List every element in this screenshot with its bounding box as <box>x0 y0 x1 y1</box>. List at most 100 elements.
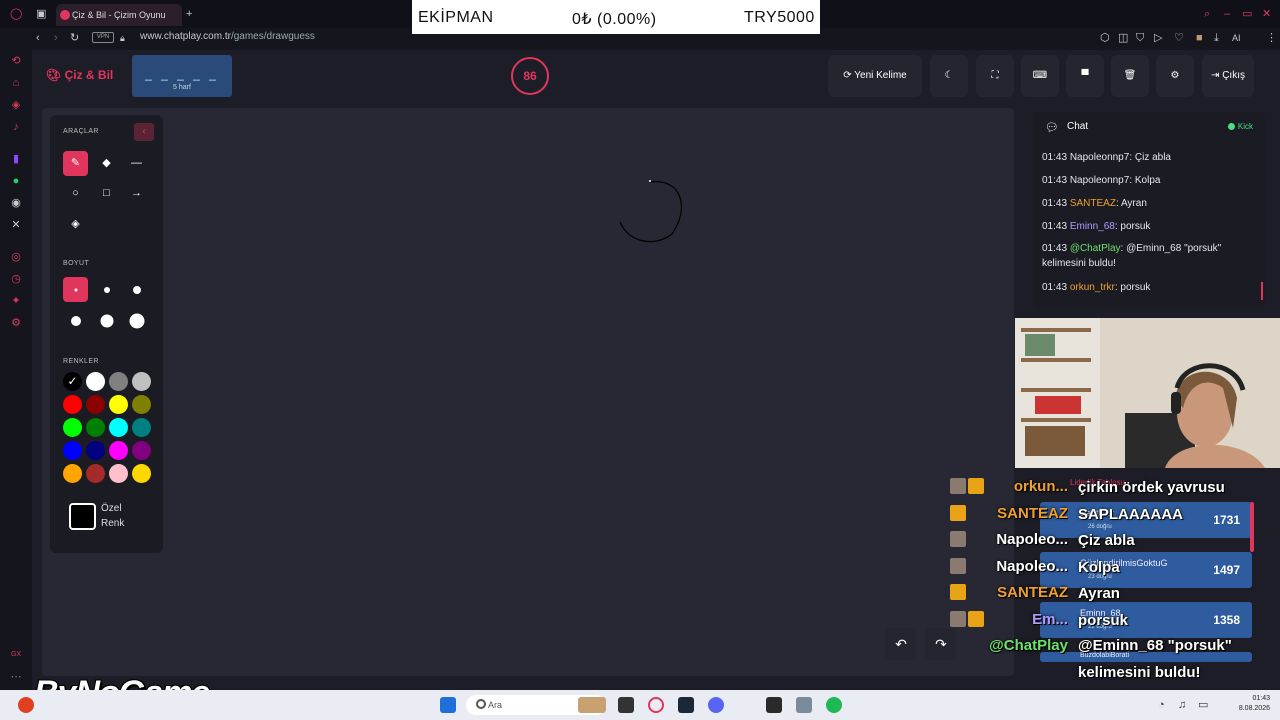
brand-logo[interactable]: 🎨︎ Çiz & Bil <box>46 68 113 82</box>
app-icon[interactable] <box>766 697 782 713</box>
color-swatch[interactable] <box>132 372 151 391</box>
music-icon[interactable]: ♪ <box>9 120 23 134</box>
close-icon[interactable]: ✕ <box>1262 7 1271 21</box>
color-swatch[interactable] <box>63 464 82 483</box>
shield-icon[interactable]: ⛉ <box>1136 31 1144 45</box>
snapshot-icon[interactable]: ◫ <box>1118 31 1128 45</box>
size-2[interactable] <box>94 277 119 302</box>
minimize-icon[interactable]: – <box>1224 7 1230 21</box>
more-icon[interactable]: ⋯ <box>9 670 23 684</box>
task-view-icon[interactable] <box>618 697 634 713</box>
size-3[interactable] <box>124 277 149 302</box>
menu-icon[interactable]: ⋮ <box>1266 31 1277 45</box>
extensions-icon[interactable]: ✦ <box>9 294 23 308</box>
fullscreen-button[interactable]: ⛶ <box>976 55 1014 97</box>
color-swatch[interactable] <box>132 441 151 460</box>
color-swatch[interactable] <box>63 418 82 437</box>
volume-icon[interactable]: ♫ <box>1178 698 1186 712</box>
games-icon[interactable]: ◈ <box>9 98 23 112</box>
back-icon[interactable]: ‹ <box>36 31 40 45</box>
arrow-tool[interactable]: → <box>124 181 149 206</box>
new-word-button[interactable]: ⟳ Yeni Kelime <box>828 55 922 97</box>
color-swatch[interactable] <box>86 418 105 437</box>
color-swatch[interactable] <box>109 395 128 414</box>
opera-gx-taskbar-icon[interactable] <box>648 697 664 713</box>
keyboard-button[interactable]: ⌨ <box>1021 55 1059 97</box>
color-swatch[interactable] <box>109 441 128 460</box>
url-text[interactable]: www.chatplay.com.tr/games/drawguess <box>140 31 315 42</box>
archive-button[interactable]: ▀ <box>1066 55 1104 97</box>
battery-icon[interactable]: ▭ <box>1198 698 1208 712</box>
new-tab-icon[interactable]: + <box>186 7 192 21</box>
x-icon[interactable]: ✕ <box>9 218 23 232</box>
ai-button[interactable]: AI <box>1232 31 1241 45</box>
forward-icon[interactable]: › <box>54 31 58 45</box>
tab-chiz-bil[interactable]: Çiz & Bil - Çizim Oyunu <box>56 4 182 26</box>
clear-button[interactable]: 🗑︎ <box>1111 55 1149 97</box>
color-swatch[interactable] <box>132 395 151 414</box>
chat-user[interactable]: Eminn_68 <box>1070 221 1115 232</box>
wifi-icon[interactable]: ◔ <box>1158 698 1165 712</box>
brush-tool[interactable]: ✎ <box>63 151 88 176</box>
discord-icon[interactable]: ◉ <box>9 196 23 210</box>
color-swatch[interactable] <box>63 395 82 414</box>
size-1[interactable] <box>63 277 88 302</box>
collapse-panel-button[interactable]: ‹ <box>134 123 154 141</box>
dark-mode-button[interactable]: ☾ <box>930 55 968 97</box>
maximize-icon[interactable]: ▭ <box>1242 7 1252 21</box>
fill-tool[interactable]: ◈ <box>63 212 88 237</box>
tab-manager-icon[interactable]: ▣ <box>36 7 46 21</box>
chat-scrollbar[interactable] <box>1261 282 1263 300</box>
heart-icon[interactable]: ♡ <box>1174 31 1184 45</box>
search-icon[interactable]: ⌕ <box>1204 7 1210 21</box>
color-swatch[interactable] <box>109 418 128 437</box>
line-tool[interactable]: — <box>124 151 149 176</box>
settings-taskbar-icon[interactable] <box>796 697 812 713</box>
taskbar-clock[interactable]: 01:43 8.08.2026 <box>1239 694 1270 714</box>
color-swatch[interactable] <box>86 441 105 460</box>
color-swatch[interactable] <box>109 464 128 483</box>
chat-user[interactable]: orkun_trkr <box>1070 282 1115 293</box>
twitch-icon[interactable]: ▮ <box>9 152 23 166</box>
settings-icon[interactable]: ⚙ <box>9 316 23 330</box>
spotify-taskbar-icon[interactable] <box>826 697 842 713</box>
vpn-badge[interactable]: VPN <box>92 32 114 43</box>
chat-user[interactable]: @ChatPlay <box>1070 243 1121 254</box>
reload-icon[interactable]: ↻ <box>70 31 79 45</box>
settings-button[interactable]: ⚙ <box>1156 55 1194 97</box>
whatsapp-icon[interactable]: ● <box>9 174 23 188</box>
color-swatch[interactable] <box>86 372 105 391</box>
size-5[interactable] <box>94 308 119 333</box>
color-swatch[interactable] <box>63 441 82 460</box>
spotify-icon[interactable]: ◎ <box>9 250 23 264</box>
size-6[interactable] <box>124 308 149 333</box>
color-swatch[interactable] <box>109 372 128 391</box>
chat-user[interactable]: SANTEAZ <box>1070 198 1116 209</box>
color-swatch[interactable] <box>86 395 105 414</box>
undo-button[interactable]: ↶ <box>885 628 917 660</box>
shopping-icon[interactable]: ⌂ <box>9 76 23 90</box>
color-swatch[interactable] <box>132 464 151 483</box>
opera-gx-icon[interactable]: ◯ <box>10 7 22 21</box>
size-4[interactable] <box>63 308 88 333</box>
weather-icon[interactable] <box>18 697 34 713</box>
steam-icon[interactable] <box>678 697 694 713</box>
color-swatch[interactable]: ✓ <box>63 372 82 391</box>
chat-user[interactable]: Napoleonnp7 <box>1070 175 1130 186</box>
rectangle-tool[interactable]: □ <box>94 181 119 206</box>
color-swatch[interactable] <box>132 418 151 437</box>
color-swatch[interactable] <box>86 464 105 483</box>
chat-user[interactable]: Napoleonnp7 <box>1070 152 1130 163</box>
profile-icon[interactable]: ■ <box>1196 31 1203 45</box>
drawing-canvas[interactable] <box>42 108 1014 676</box>
exit-button[interactable]: ⇥ Çıkış <box>1202 55 1254 97</box>
start-icon[interactable] <box>440 697 456 713</box>
circle-tool[interactable]: ○ <box>63 181 88 206</box>
discord-taskbar-icon[interactable] <box>708 697 724 713</box>
download-icon[interactable]: ⤓ <box>1214 31 1219 45</box>
gx-corner-icon[interactable]: ⟲ <box>9 54 23 68</box>
history-icon[interactable]: ◷ <box>9 272 23 286</box>
custom-color-button[interactable] <box>69 503 96 530</box>
play-icon[interactable]: ▷ <box>1154 31 1162 45</box>
eraser-tool[interactable]: ◆ <box>94 151 119 176</box>
